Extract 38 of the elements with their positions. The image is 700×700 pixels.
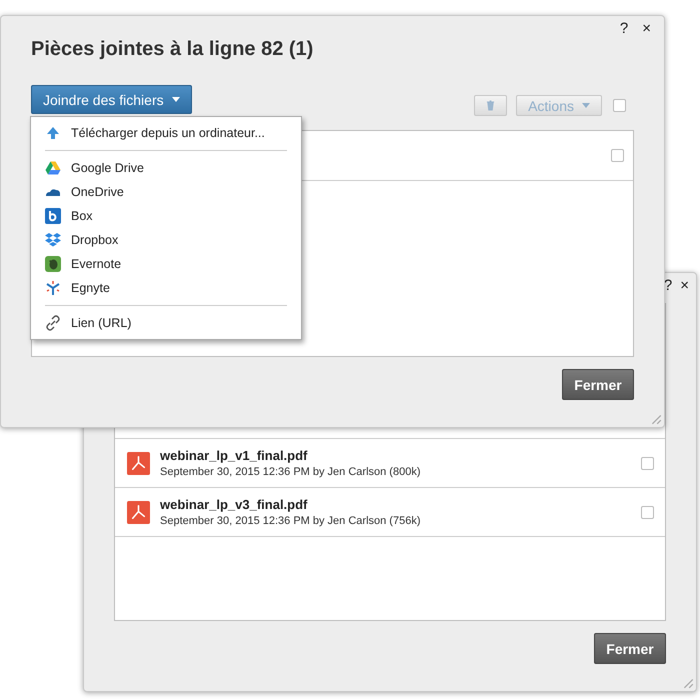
- trash-icon: [486, 100, 496, 111]
- file-details: September 30, 2015 12:36 PM by Jen Carlson (800k): [160, 466, 422, 478]
- menu-item[interactable]: Dropbox: [31, 228, 301, 252]
- resize-grip-icon[interactable]: [682, 677, 694, 689]
- select-all-checkbox[interactable]: [613, 99, 626, 112]
- menu-item[interactable]: Télécharger depuis un ordinateur...: [31, 121, 301, 145]
- menu-item[interactable]: Evernote: [31, 252, 301, 276]
- triangle-icon: [45, 160, 61, 176]
- elephant-icon: [45, 256, 61, 272]
- close-button[interactable]: ×: [677, 277, 692, 295]
- egnyte-icon: [45, 280, 61, 296]
- menu-item[interactable]: Lien (URL): [31, 311, 301, 335]
- attach-files-button[interactable]: Joindre des fichiers: [31, 85, 192, 114]
- pdf-icon: [127, 500, 150, 524]
- help-button[interactable]: ?: [660, 277, 676, 295]
- menu-item[interactable]: Egnyte: [31, 276, 301, 300]
- file-name[interactable]: webinar_lp_v1_final.pdf: [160, 448, 631, 463]
- pdf-icon: [127, 452, 150, 474]
- close-button[interactable]: Fermer: [594, 633, 666, 664]
- dialog-title: Pièces jointes à la ligne 82 (1): [31, 38, 314, 61]
- close-button[interactable]: Fermer: [562, 369, 634, 400]
- file-name[interactable]: webinar_lp_v3_final.pdf: [160, 497, 631, 512]
- help-button[interactable]: ?: [616, 20, 632, 38]
- resize-grip-icon[interactable]: [650, 413, 662, 425]
- close-button[interactable]: ×: [639, 20, 654, 38]
- link-icon: [45, 315, 61, 331]
- checkbox[interactable]: [641, 456, 654, 470]
- file-details: September 30, 2015 12:36 PM by Jen Carlson (756k): [160, 515, 422, 527]
- caret-icon: [172, 97, 180, 102]
- caret-icon: [582, 103, 590, 108]
- box-icon: [45, 208, 61, 224]
- menu-item[interactable]: OneDrive: [31, 180, 301, 204]
- menu-item[interactable]: Google Drive: [31, 156, 301, 180]
- dropbox-icon: [45, 232, 61, 248]
- upload-arrow-icon: [45, 125, 61, 141]
- checkbox[interactable]: [641, 506, 654, 518]
- checkbox[interactable]: [611, 149, 624, 162]
- menu-item[interactable]: Box: [31, 204, 301, 228]
